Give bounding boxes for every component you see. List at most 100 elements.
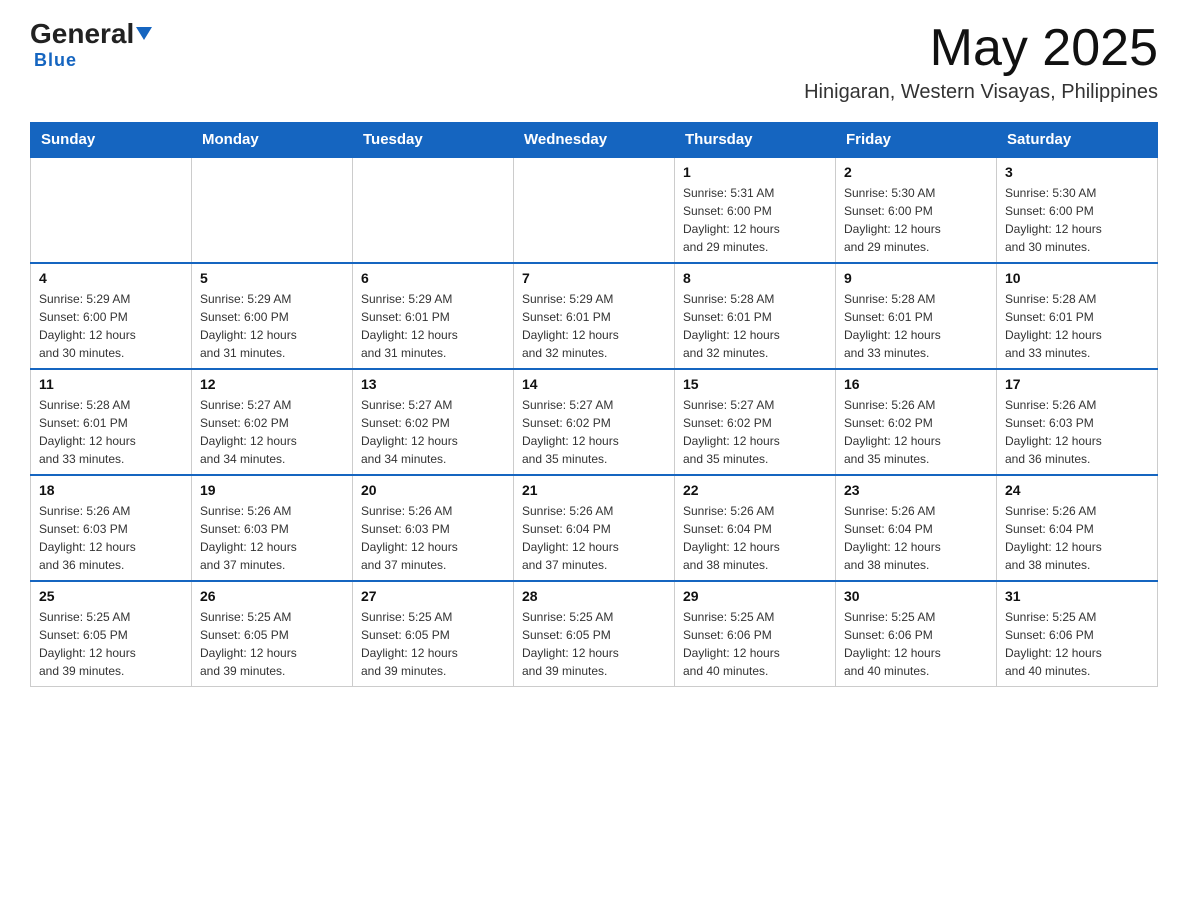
- calendar-cell: 23Sunrise: 5:26 AMSunset: 6:04 PMDayligh…: [836, 475, 997, 581]
- day-number: 11: [39, 376, 183, 392]
- day-number: 17: [1005, 376, 1149, 392]
- logo: General Blue: [30, 20, 152, 71]
- calendar-header-thursday: Thursday: [675, 123, 836, 158]
- day-info: Sunrise: 5:27 AMSunset: 6:02 PMDaylight:…: [683, 396, 827, 468]
- day-number: 12: [200, 376, 344, 392]
- day-info: Sunrise: 5:25 AMSunset: 6:06 PMDaylight:…: [1005, 608, 1149, 680]
- calendar-cell: [31, 157, 192, 263]
- calendar-cell: 25 Sunrise: 5:25 AMSunset: 6:05 PMDayligh…: [31, 581, 192, 687]
- calendar-cell: 22 Sunrise: 5:26 AMSunset: 6:04 PMDayligh…: [675, 475, 836, 581]
- day-info: Sunrise: 5:29 AMSunset: 6:00 PMDaylight:…: [200, 290, 344, 362]
- day-number: 8: [683, 270, 827, 286]
- logo-triangle-icon: [136, 27, 152, 40]
- calendar-cell: 1Sunrise: 5:31 AMSunset: 6:00 PMDaylight…: [675, 157, 836, 263]
- day-info: Sunrise: 5:27 AMSunset: 6:02 PMDaylight:…: [522, 396, 666, 468]
- day-number: 13: [361, 376, 505, 392]
- day-info: Sunrise: 5:29 AMSunset: 6:01 PMDaylight:…: [522, 290, 666, 362]
- day-number: 31: [1005, 588, 1149, 604]
- day-info: Sunrise: 5:26 AMSunset: 6:04 PMDaylight:…: [1005, 502, 1149, 574]
- calendar-cell: 13Sunrise: 5:27 AMSunset: 6:02 PMDayligh…: [353, 369, 514, 475]
- calendar-cell: [514, 157, 675, 263]
- calendar-week-row-3: 11Sunrise: 5:28 AMSunset: 6:01 PMDayligh…: [31, 369, 1158, 475]
- day-number: 4: [39, 270, 183, 286]
- day-info: Sunrise: 5:26 AMSunset: 6:04 PMDaylight:…: [683, 502, 827, 574]
- day-info: Sunrise: 5:27 AMSunset: 6:02 PMDaylight:…: [200, 396, 344, 468]
- day-number: 15: [683, 376, 827, 392]
- day-number: 24: [1005, 482, 1149, 498]
- calendar-week-row-1: 1Sunrise: 5:31 AMSunset: 6:00 PMDaylight…: [31, 157, 1158, 263]
- calendar-header-sunday: Sunday: [31, 123, 192, 158]
- calendar-cell: 17 Sunrise: 5:26 AMSunset: 6:03 PMDayligh…: [997, 369, 1158, 475]
- calendar-cell: 12 Sunrise: 5:27 AMSunset: 6:02 PMDayligh…: [192, 369, 353, 475]
- calendar-cell: 5 Sunrise: 5:29 AMSunset: 6:00 PMDaylight…: [192, 263, 353, 369]
- day-info: Sunrise: 5:26 AMSunset: 6:03 PMDaylight:…: [1005, 396, 1149, 468]
- day-number: 27: [361, 588, 505, 604]
- day-info: Sunrise: 5:25 AMSunset: 6:05 PMDaylight:…: [522, 608, 666, 680]
- day-info: Sunrise: 5:26 AMSunset: 6:04 PMDaylight:…: [844, 502, 988, 574]
- calendar-table: SundayMondayTuesdayWednesdayThursdayFrid…: [30, 122, 1158, 687]
- day-number: 3: [1005, 164, 1149, 180]
- calendar-cell: 29 Sunrise: 5:25 AMSunset: 6:06 PMDayligh…: [675, 581, 836, 687]
- logo-text: General: [30, 20, 152, 48]
- calendar-cell: 6Sunrise: 5:29 AMSunset: 6:01 PMDaylight…: [353, 263, 514, 369]
- day-info: Sunrise: 5:25 AMSunset: 6:06 PMDaylight:…: [844, 608, 988, 680]
- calendar-cell: 14 Sunrise: 5:27 AMSunset: 6:02 PMDayligh…: [514, 369, 675, 475]
- calendar-cell: 16Sunrise: 5:26 AMSunset: 6:02 PMDayligh…: [836, 369, 997, 475]
- day-number: 5: [200, 270, 344, 286]
- calendar-cell: 30 Sunrise: 5:25 AMSunset: 6:06 PMDayligh…: [836, 581, 997, 687]
- calendar-cell: 18Sunrise: 5:26 AMSunset: 6:03 PMDayligh…: [31, 475, 192, 581]
- day-number: 14: [522, 376, 666, 392]
- calendar-header-monday: Monday: [192, 123, 353, 158]
- day-info: Sunrise: 5:28 AMSunset: 6:01 PMDaylight:…: [683, 290, 827, 362]
- day-number: 7: [522, 270, 666, 286]
- calendar-cell: 15 Sunrise: 5:27 AMSunset: 6:02 PMDayligh…: [675, 369, 836, 475]
- day-number: 28: [522, 588, 666, 604]
- day-number: 26: [200, 588, 344, 604]
- calendar-cell: 7 Sunrise: 5:29 AMSunset: 6:01 PMDaylight…: [514, 263, 675, 369]
- calendar-header-wednesday: Wednesday: [514, 123, 675, 158]
- month-title: May 2025: [804, 20, 1158, 77]
- day-number: 29: [683, 588, 827, 604]
- day-info: Sunrise: 5:26 AMSunset: 6:03 PMDaylight:…: [39, 502, 183, 574]
- calendar-cell: 3Sunrise: 5:30 AMSunset: 6:00 PMDaylight…: [997, 157, 1158, 263]
- day-number: 9: [844, 270, 988, 286]
- calendar-cell: 27 Sunrise: 5:25 AMSunset: 6:05 PMDayligh…: [353, 581, 514, 687]
- calendar-cell: 21 Sunrise: 5:26 AMSunset: 6:04 PMDayligh…: [514, 475, 675, 581]
- calendar-cell: 11Sunrise: 5:28 AMSunset: 6:01 PMDayligh…: [31, 369, 192, 475]
- day-number: 25: [39, 588, 183, 604]
- calendar-cell: 24 Sunrise: 5:26 AMSunset: 6:04 PMDayligh…: [997, 475, 1158, 581]
- calendar-cell: 2 Sunrise: 5:30 AMSunset: 6:00 PMDaylight…: [836, 157, 997, 263]
- day-info: Sunrise: 5:25 AMSunset: 6:06 PMDaylight:…: [683, 608, 827, 680]
- day-number: 19: [200, 482, 344, 498]
- day-info: Sunrise: 5:29 AMSunset: 6:00 PMDaylight:…: [39, 290, 183, 362]
- calendar-cell: 28 Sunrise: 5:25 AMSunset: 6:05 PMDayligh…: [514, 581, 675, 687]
- day-info: Sunrise: 5:30 AMSunset: 6:00 PMDaylight:…: [844, 184, 988, 256]
- calendar-header-saturday: Saturday: [997, 123, 1158, 158]
- title-area: May 2025 Hinigaran, Western Visayas, Phi…: [804, 20, 1158, 104]
- calendar-cell: 9 Sunrise: 5:28 AMSunset: 6:01 PMDaylight…: [836, 263, 997, 369]
- day-number: 6: [361, 270, 505, 286]
- day-number: 22: [683, 482, 827, 498]
- calendar-cell: 31 Sunrise: 5:25 AMSunset: 6:06 PMDayligh…: [997, 581, 1158, 687]
- calendar-cell: 4 Sunrise: 5:29 AMSunset: 6:00 PMDaylight…: [31, 263, 192, 369]
- day-number: 2: [844, 164, 988, 180]
- calendar-cell: 8 Sunrise: 5:28 AMSunset: 6:01 PMDaylight…: [675, 263, 836, 369]
- calendar-header-tuesday: Tuesday: [353, 123, 514, 158]
- day-info: Sunrise: 5:26 AMSunset: 6:04 PMDaylight:…: [522, 502, 666, 574]
- day-number: 20: [361, 482, 505, 498]
- location-title: Hinigaran, Western Visayas, Philippines: [804, 81, 1158, 104]
- calendar-week-row-2: 4 Sunrise: 5:29 AMSunset: 6:00 PMDaylight…: [31, 263, 1158, 369]
- day-info: Sunrise: 5:28 AMSunset: 6:01 PMDaylight:…: [1005, 290, 1149, 362]
- calendar-header-friday: Friday: [836, 123, 997, 158]
- calendar-cell: 26Sunrise: 5:25 AMSunset: 6:05 PMDayligh…: [192, 581, 353, 687]
- day-info: Sunrise: 5:25 AMSunset: 6:05 PMDaylight:…: [361, 608, 505, 680]
- day-info: Sunrise: 5:25 AMSunset: 6:05 PMDaylight:…: [39, 608, 183, 680]
- day-number: 30: [844, 588, 988, 604]
- day-info: Sunrise: 5:28 AMSunset: 6:01 PMDaylight:…: [844, 290, 988, 362]
- day-number: 21: [522, 482, 666, 498]
- day-number: 10: [1005, 270, 1149, 286]
- calendar-cell: [353, 157, 514, 263]
- calendar-cell: 19Sunrise: 5:26 AMSunset: 6:03 PMDayligh…: [192, 475, 353, 581]
- day-info: Sunrise: 5:26 AMSunset: 6:03 PMDaylight:…: [361, 502, 505, 574]
- day-number: 1: [683, 164, 827, 180]
